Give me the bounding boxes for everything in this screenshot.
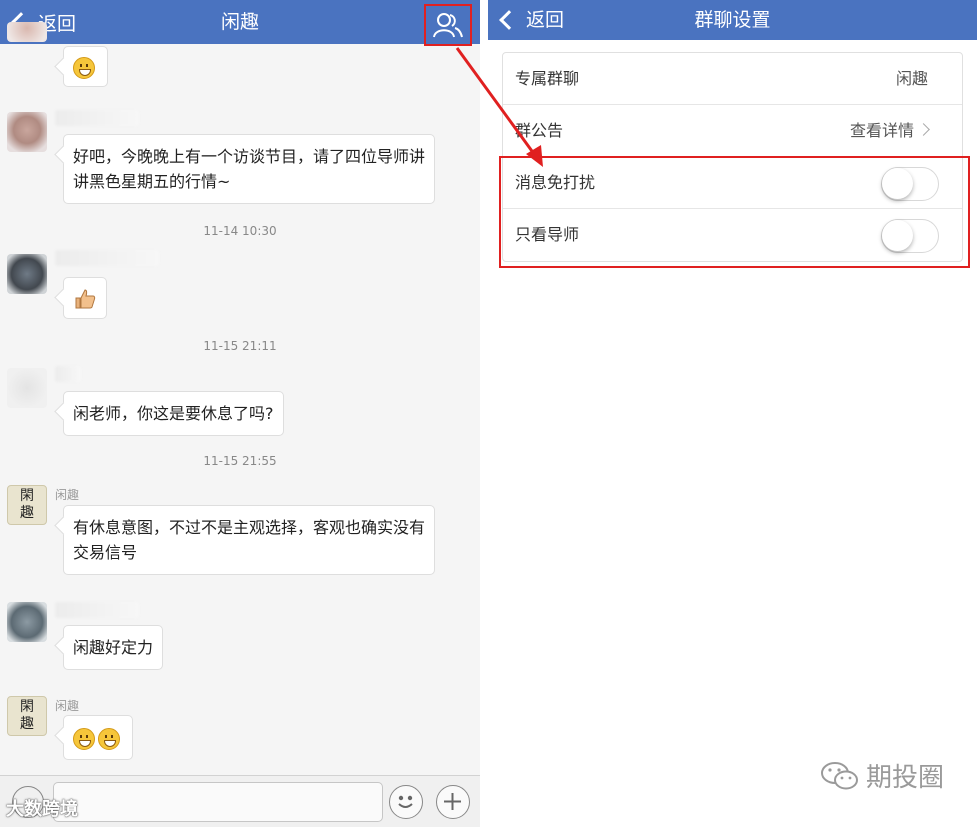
annotation-arrow xyxy=(455,47,543,167)
